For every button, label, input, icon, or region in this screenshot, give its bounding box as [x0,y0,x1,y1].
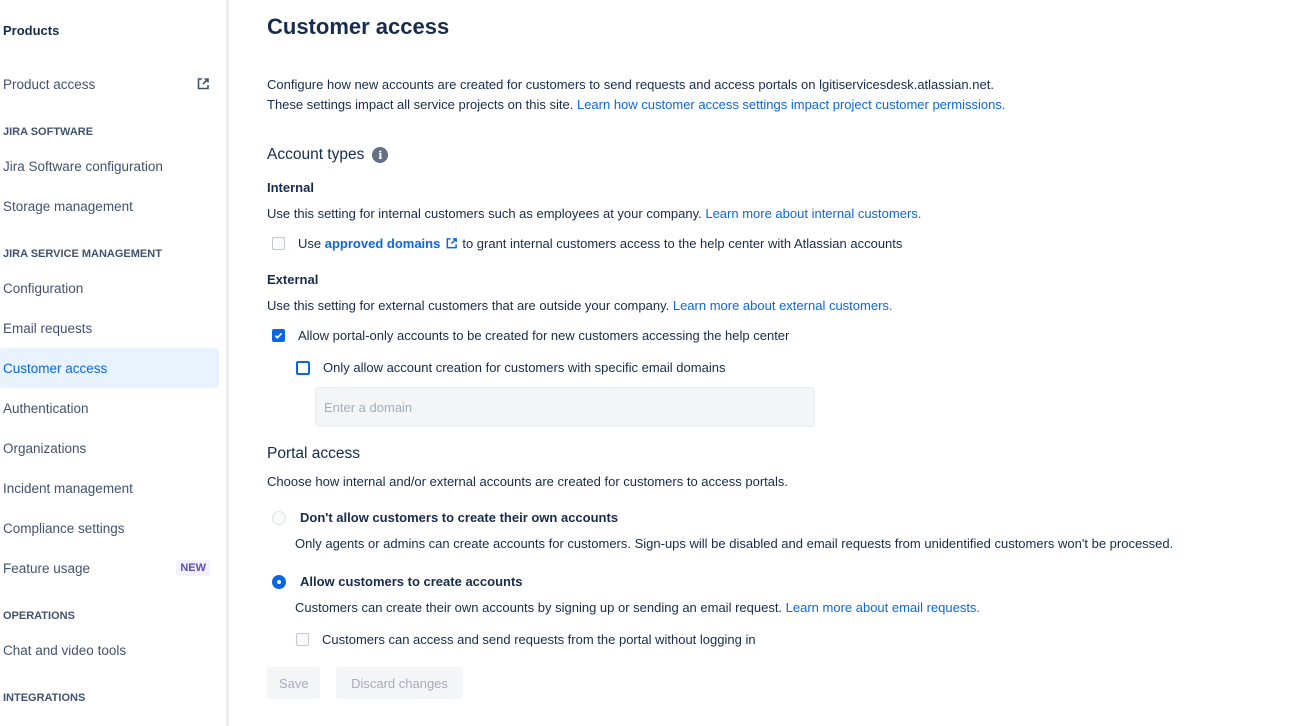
portal-only-accounts-option[interactable]: Allow portal-only accounts to be created… [272,328,789,343]
dont-allow-label: Don't allow customers to create their ow… [300,510,619,525]
external-desc-text: Use this setting for external customers … [267,298,673,313]
internal-heading: Internal [267,180,314,195]
internal-customers-link[interactable]: Learn more about internal customers. [705,206,921,221]
sidebar-item-organizations[interactable]: Organizations [0,428,219,468]
sidebar-item-authentication[interactable]: Authentication [0,388,219,428]
account-types-label: Account types [267,146,365,163]
discard-changes-button[interactable]: Discard changes [336,667,463,699]
allow-accounts-description: Customers can create their own accounts … [295,600,980,615]
radio-allow-accounts[interactable]: Allow customers to create accounts [272,574,523,589]
sidebar: Products Product access JIRA SOFTWARE Ji… [0,0,226,726]
external-link-icon [446,238,458,249]
sidebar-section-jsm: JIRA SERVICE MANAGEMENT [3,248,162,260]
dont-allow-description: Only agents or admins can create account… [295,536,1174,551]
sidebar-item-incident-management[interactable]: Incident management [0,468,219,508]
sidebar-item-label: Storage management [3,198,133,214]
customer-permissions-link[interactable]: Learn how customer access settings impac… [577,97,1005,112]
sidebar-section-operations: OPERATIONS [3,610,75,622]
page-intro-line2: These settings impact all service projec… [267,97,1005,112]
sidebar-item-label: Feature usage [3,560,91,576]
save-button[interactable]: Save [267,667,320,699]
page-intro-line1: Configure how new accounts are created f… [267,77,994,92]
portal-only-accounts-checkbox[interactable] [272,329,285,342]
sidebar-title: Products [3,23,60,38]
new-badge: NEW [176,560,210,576]
sidebar-item-label: Customer access [3,360,108,376]
approved-domains-checkbox[interactable] [272,237,285,250]
specific-domains-checkbox[interactable] [296,360,310,375]
sidebar-item-product-access[interactable]: Product access [0,64,219,104]
anonymous-access-option[interactable]: Customers can access and send requests f… [296,632,756,647]
sidebar-item-label: Compliance settings [3,520,125,536]
sidebar-item-configuration[interactable]: Configuration [0,268,219,308]
anonymous-access-checkbox[interactable] [296,633,309,646]
approved-domains-suffix: to grant internal customers access to th… [462,236,903,251]
sidebar-item-label: Chat and video tools [3,642,127,658]
account-types-heading: Account types i [267,146,389,164]
sidebar-item-label: Organizations [3,440,87,456]
sidebar-item-compliance-settings[interactable]: Compliance settings [0,508,219,548]
external-customers-link[interactable]: Learn more about external customers. [673,298,893,313]
sidebar-item-label: Incident management [3,480,133,496]
sidebar-item-label: Configuration [3,280,84,296]
intro-text: These settings impact all service projec… [267,97,577,112]
portal-access-description: Choose how internal and/or external acco… [267,474,788,489]
external-link-icon [197,78,209,90]
allow-accounts-label: Allow customers to create accounts [300,574,523,589]
allow-accounts-radio[interactable] [272,574,286,589]
sidebar-item-email-requests[interactable]: Email requests [0,308,219,348]
internal-desc-text: Use this setting for internal customers … [267,206,706,221]
sidebar-item-label: Email requests [3,320,93,336]
sidebar-item-jira-software-configuration[interactable]: Jira Software configuration [0,146,219,186]
info-icon[interactable]: i [372,147,389,163]
sidebar-item-feature-usage[interactable]: Feature usage NEW [0,548,219,588]
sidebar-section-jira-software: JIRA SOFTWARE [3,126,94,138]
approved-domains-prefix: Use [298,236,322,251]
portal-only-accounts-label: Allow portal-only accounts to be created… [298,328,790,343]
domain-input[interactable] [315,387,815,427]
radio-dont-allow-accounts[interactable]: Don't allow customers to create their ow… [272,510,618,525]
sidebar-item-customer-access[interactable]: Customer access [0,348,219,388]
anonymous-access-label: Customers can access and send requests f… [322,632,756,647]
sidebar-item-chat-and-video-tools[interactable]: Chat and video tools [0,630,219,670]
dont-allow-radio[interactable] [272,510,286,525]
specific-domains-option[interactable]: Only allow account creation for customer… [296,360,725,375]
sidebar-resize-handle[interactable] [226,0,229,726]
page-title: Customer access [267,14,450,39]
approved-domains-option[interactable]: Use approved domains to grant internal c… [272,236,902,251]
sidebar-item-label: Product access [3,76,96,92]
email-requests-link[interactable]: Learn more about email requests. [786,600,980,615]
internal-description: Use this setting for internal customers … [267,206,921,221]
external-heading: External [267,272,319,287]
checkmark-icon [274,332,283,339]
portal-access-heading: Portal access [267,445,361,462]
specific-domains-label: Only allow account creation for customer… [323,360,726,375]
sidebar-section-integrations: INTEGRATIONS [3,692,86,704]
sidebar-item-label: Jira Software configuration [3,158,163,174]
sidebar-item-label: Authentication [3,400,89,416]
allow-accounts-desc-text: Customers can create their own accounts … [295,600,786,615]
external-description: Use this setting for external customers … [267,298,893,313]
approved-domains-link[interactable]: approved domains [325,236,441,251]
sidebar-item-storage-management[interactable]: Storage management [0,186,219,226]
